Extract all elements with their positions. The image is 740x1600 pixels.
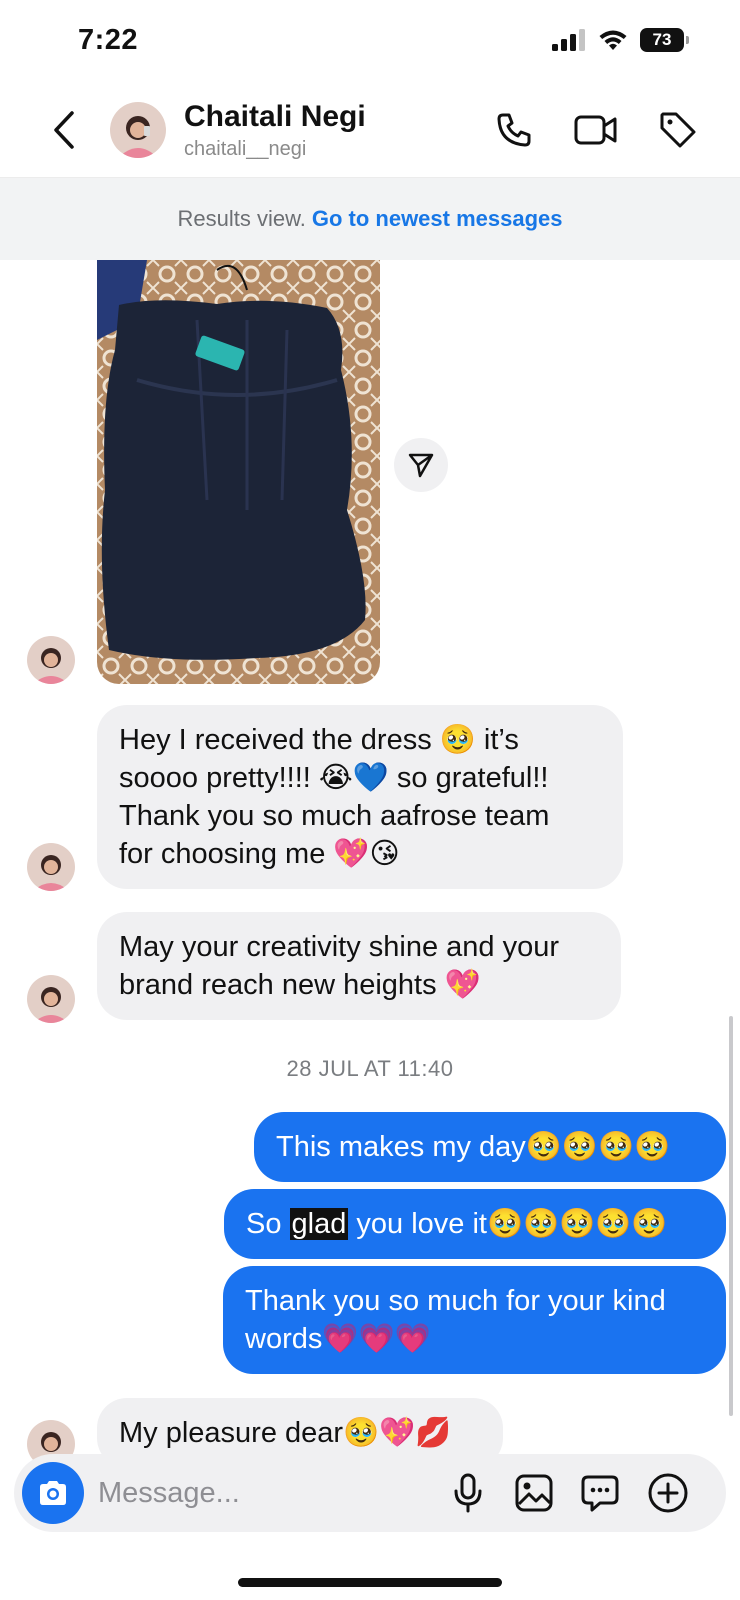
results-view-label: Results view. xyxy=(177,206,306,231)
chevron-left-icon xyxy=(54,111,74,149)
phone-icon xyxy=(497,113,531,147)
outgoing-message[interactable]: Thank you so much for your kind words💗💗💗 xyxy=(223,1266,726,1374)
message-line: Hey I received the dress 🥹 it’s xyxy=(119,724,519,756)
message-line: words💗💗💗 xyxy=(245,1323,431,1355)
message-timestamp: 28 JUL AT 11:40 xyxy=(286,1056,454,1081)
message-line: May your creativity shine and your xyxy=(119,931,560,963)
tag-button[interactable] xyxy=(654,106,702,154)
outgoing-message[interactable]: This makes my day🥹🥹🥹🥹 xyxy=(254,1112,726,1182)
status-time: 7:22 xyxy=(78,24,139,56)
back-button[interactable] xyxy=(46,106,82,154)
video-call-button[interactable] xyxy=(572,106,620,154)
cellular-signal-icon xyxy=(552,29,585,51)
plus-circle-icon xyxy=(648,1473,688,1513)
message-line: for choosing me 💖😘 xyxy=(119,838,400,870)
incoming-message[interactable]: May your creativity shine and your brand… xyxy=(97,912,621,1020)
status-bar: 7:22 73 xyxy=(0,0,740,84)
go-to-newest-link[interactable]: Go to newest messages xyxy=(312,206,563,232)
voice-message-button[interactable] xyxy=(444,1469,492,1517)
home-indicator[interactable] xyxy=(238,1578,502,1587)
battery-indicator: 73 xyxy=(640,28,689,52)
chat-bubble-icon xyxy=(581,1475,619,1512)
contact-handle[interactable]: chaitali__negi xyxy=(184,138,306,161)
send-icon xyxy=(408,453,434,478)
share-button[interactable] xyxy=(394,438,448,492)
incoming-message[interactable]: Hey I received the dress 🥹 it’s soooo pr… xyxy=(97,705,623,889)
wifi-icon xyxy=(599,30,627,50)
scrollbar[interactable] xyxy=(729,1016,733,1416)
more-options-button[interactable] xyxy=(644,1469,692,1517)
search-results-banner: Results view. Go to newest messages xyxy=(0,178,740,260)
chat-header: Chaitali Negi chaitali__negi xyxy=(0,84,740,178)
message-text: So glad you love it🥹🥹🥹🥹🥹 xyxy=(246,1205,704,1243)
gallery-button[interactable] xyxy=(510,1469,558,1517)
outgoing-message[interactable]: So glad you love it🥹🥹🥹🥹🥹 xyxy=(224,1189,726,1259)
message-line: brand reach new heights 💖 xyxy=(119,969,481,1001)
photo-message[interactable] xyxy=(97,260,380,684)
camera-icon xyxy=(40,1481,66,1505)
video-camera-icon xyxy=(574,115,617,145)
contact-name[interactable]: Chaitali Negi xyxy=(184,100,366,134)
sticker-button[interactable] xyxy=(576,1469,624,1517)
microphone-icon xyxy=(454,1473,482,1513)
message-text: This makes my day🥹🥹🥹🥹 xyxy=(276,1131,671,1163)
camera-button[interactable] xyxy=(22,1462,84,1524)
message-line: soooo pretty!!!! 😭💙 so grateful!! xyxy=(119,762,549,794)
voice-call-button[interactable] xyxy=(490,106,538,154)
status-icons: 73 xyxy=(552,28,689,52)
dress-photo xyxy=(97,260,380,684)
message-composer xyxy=(14,1454,726,1532)
message-line: Thank you so much for your kind xyxy=(245,1285,666,1317)
tag-icon xyxy=(660,112,696,148)
contact-avatar[interactable] xyxy=(110,102,166,158)
message-text: My pleasure dear🥹💖💋 xyxy=(119,1417,452,1449)
highlighted-search-term: glad xyxy=(289,1208,349,1240)
message-text-segment: So xyxy=(246,1208,290,1240)
image-icon xyxy=(515,1474,553,1512)
message-line: Thank you so much aafrose team xyxy=(119,800,550,832)
sender-avatar[interactable] xyxy=(27,975,75,1023)
sender-avatar[interactable] xyxy=(27,843,75,891)
message-text-segment: you love it🥹🥹🥹🥹🥹 xyxy=(348,1208,668,1240)
sender-avatar[interactable] xyxy=(27,636,75,684)
message-input[interactable] xyxy=(98,1470,428,1516)
